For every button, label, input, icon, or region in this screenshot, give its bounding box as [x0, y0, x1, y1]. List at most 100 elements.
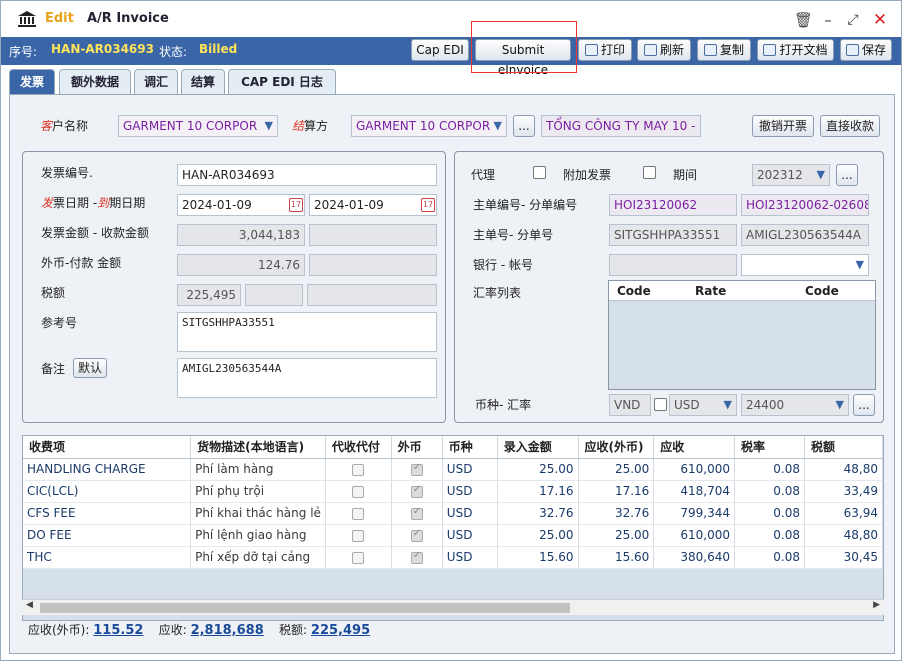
- col-tax-rate[interactable]: 税率: [734, 436, 806, 459]
- settle-name-field[interactable]: TỔNG CÔNG TY MAY 10 - (: [541, 115, 701, 137]
- cap-edi-button[interactable]: Cap EDI: [411, 39, 469, 61]
- rate-list-label: 汇率列表: [473, 286, 522, 300]
- horizontal-scrollbar[interactable]: ◀ ▶: [22, 599, 884, 615]
- fx-currency-select[interactable]: USD ▼: [669, 394, 737, 416]
- calendar-icon[interactable]: 17: [289, 198, 303, 212]
- customer-value: GARMENT 10 CORPOR: [123, 119, 258, 133]
- charge-desc: Phí phụ trội: [190, 480, 326, 503]
- fx-checkbox[interactable]: [410, 550, 423, 564]
- table-row[interactable]: THC Phí xếp dỡ tại cảng USD 15.60 15.60 …: [23, 546, 883, 569]
- collect-checkbox[interactable]: [352, 529, 365, 542]
- fx-checkbox[interactable]: [410, 484, 423, 498]
- print-button[interactable]: 打印: [578, 39, 632, 61]
- tab-fx-adjust[interactable]: 调汇: [134, 69, 178, 95]
- col-tax[interactable]: 税额: [804, 436, 883, 459]
- tax-total-value[interactable]: 225,495: [311, 623, 370, 638]
- agent-checkbox[interactable]: [533, 166, 546, 179]
- rate-lookup-button[interactable]: ...: [853, 394, 875, 416]
- charge-item: CFS FEE: [23, 502, 192, 525]
- settle-value: GARMENT 10 CORPOR: [356, 119, 491, 133]
- refresh-icon: [643, 44, 657, 56]
- house-no-field[interactable]: HOI23120062-026081: [741, 194, 869, 216]
- charge-fx: 25.00: [578, 524, 655, 547]
- window-mode: Edit: [45, 11, 74, 26]
- collect-checkbox[interactable]: [352, 463, 365, 476]
- scroll-right-icon[interactable]: ▶: [873, 600, 880, 610]
- refresh-button[interactable]: 刷新: [637, 39, 691, 61]
- tab-invoice[interactable]: 发票: [9, 69, 55, 95]
- extra-invoice-checkbox[interactable]: [643, 166, 656, 179]
- charge-currency: USD: [442, 458, 498, 481]
- charge-rate: 0.08: [734, 502, 806, 525]
- collect-cell: [325, 546, 392, 569]
- calendar-icon[interactable]: 17: [421, 198, 435, 212]
- charge-item: CIC(LCL): [23, 480, 192, 503]
- col-collect[interactable]: 代收代付: [325, 436, 392, 459]
- fx-checkbox[interactable]: [410, 506, 423, 520]
- invoice-date-field[interactable]: 2024-01-09: [177, 194, 305, 216]
- due-date-field[interactable]: 2024-01-09: [309, 194, 437, 216]
- charge-tax: 48,80: [804, 524, 883, 547]
- account-select[interactable]: ▼: [741, 254, 869, 276]
- open-doc-button[interactable]: 打开文档: [757, 39, 834, 61]
- tab-cap-edi-log[interactable]: CAP EDI 日志: [228, 69, 336, 95]
- ar-total-value[interactable]: 2,818,688: [191, 623, 264, 638]
- period-label: 期间: [673, 168, 698, 182]
- settle-lookup-button[interactable]: ...: [513, 115, 535, 137]
- cancel-billing-button[interactable]: 撤销开票: [752, 115, 814, 137]
- direct-collect-button[interactable]: 直接收款: [820, 115, 880, 137]
- period-select[interactable]: 202312 ▼: [752, 164, 830, 186]
- charge-fx: 15.60: [578, 546, 655, 569]
- fx-cell: [391, 458, 443, 481]
- invoice-no-field[interactable]: HAN-AR034693: [177, 164, 437, 186]
- collect-checkbox[interactable]: [352, 485, 365, 498]
- col-charge-item[interactable]: 收费项: [23, 436, 192, 459]
- scrollbar-thumb[interactable]: [40, 603, 570, 613]
- col-input-amount[interactable]: 录入金额: [497, 436, 579, 459]
- customer-select[interactable]: GARMENT 10 CORPOR ▼: [118, 115, 278, 137]
- local-currency-field: VND: [609, 394, 651, 416]
- reference-field[interactable]: SITGSHHPA33551: [177, 312, 437, 352]
- default-button[interactable]: 默认: [73, 358, 107, 378]
- table-row[interactable]: CIC(LCL) Phí phụ trội USD 17.16 17.16 41…: [23, 480, 883, 503]
- tab-settlement[interactable]: 结算: [181, 69, 225, 95]
- col-fx[interactable]: 外币: [391, 436, 443, 459]
- bank-field[interactable]: [609, 254, 737, 276]
- bank-label: 银行 - 帐号: [473, 258, 533, 272]
- maximize-icon[interactable]: ⤢: [844, 11, 862, 29]
- save-button[interactable]: 保存: [840, 39, 892, 61]
- save-label: 保存: [861, 43, 886, 57]
- col-receivable[interactable]: 应收: [653, 436, 735, 459]
- table-row[interactable]: DO FEE Phí lệnh giao hàng USD 25.00 25.0…: [23, 524, 883, 547]
- fx-total-value[interactable]: 115.52: [93, 623, 143, 638]
- extra-invoice-label: 附加发票: [563, 168, 612, 182]
- col-currency[interactable]: 币种: [442, 436, 498, 459]
- currency-checkbox[interactable]: [654, 398, 667, 411]
- settle-select[interactable]: GARMENT 10 CORPOR ▼: [351, 115, 507, 137]
- charge-ar: 610,000: [653, 524, 735, 547]
- charge-rate: 0.08: [734, 480, 806, 503]
- highlight-box: [471, 21, 577, 73]
- fx-checkbox[interactable]: [410, 462, 423, 476]
- col-fx-receivable[interactable]: 应收(外币): [578, 436, 655, 459]
- table-row[interactable]: HANDLING CHARGE Phí làm hàng USD 25.00 2…: [23, 458, 883, 481]
- tab-extra-data[interactable]: 额外数据: [59, 69, 131, 95]
- collect-checkbox[interactable]: [352, 507, 365, 520]
- master-no-field[interactable]: HOI23120062: [609, 194, 737, 216]
- remark-field[interactable]: AMIGL230563544A: [177, 358, 437, 398]
- trash-icon[interactable]: 🗑: [794, 11, 813, 29]
- table-row[interactable]: CFS FEE Phí khai thác hàng lẻ USD 32.76 …: [23, 502, 883, 525]
- fx-cell: [391, 546, 443, 569]
- copy-button[interactable]: 复制: [697, 39, 751, 61]
- period-lookup-button[interactable]: ...: [836, 164, 858, 186]
- collect-checkbox[interactable]: [352, 551, 365, 564]
- charge-input: 15.60: [497, 546, 579, 569]
- close-icon[interactable]: ✕: [871, 11, 889, 29]
- totals-bar: 应收(外币): 115.52 应收: 2,818,688 税额: 225,495: [28, 621, 370, 638]
- scroll-left-icon[interactable]: ◀: [26, 600, 33, 610]
- rate-select[interactable]: 24400 ▼: [741, 394, 849, 416]
- minimize-icon[interactable]: –: [819, 11, 837, 29]
- fx-checkbox[interactable]: [410, 528, 423, 542]
- chevron-down-icon: ▼: [723, 398, 732, 411]
- col-description[interactable]: 货物描述(本地语言): [190, 436, 326, 459]
